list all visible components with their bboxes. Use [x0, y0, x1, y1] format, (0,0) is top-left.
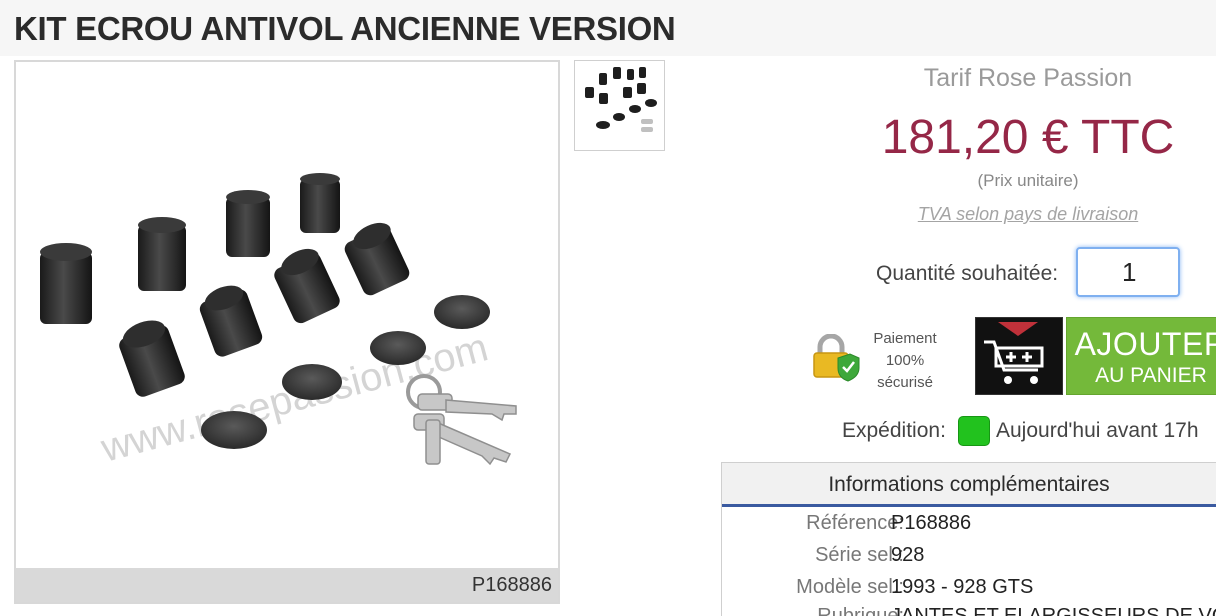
info-header: Informations complémentaires [722, 463, 1216, 507]
shipping-label: Expédition: [842, 419, 946, 442]
product-photo: www.rosepassion.com [40, 173, 517, 471]
info-heading: Informations complémentaires [828, 473, 1110, 496]
thumbnail-photo [585, 67, 657, 132]
info-row: Rubrique: JANTES ET ELARGISSEURS DE VOIE [817, 605, 1216, 616]
padlock-shield-icon [810, 333, 860, 382]
tva-link[interactable]: TVA selon pays de livraison [820, 204, 1216, 225]
info-row: Référence: P168886 [806, 512, 972, 534]
info-row: Série sel.: 928 [815, 544, 925, 566]
tarif-label: Tarif Rose Passion [923, 64, 1133, 92]
secure-payment-text: Paiement 100% sécurisé [873, 330, 937, 391]
product-thumbnail[interactable] [574, 60, 665, 151]
product-price: 181,20 € TTC [881, 111, 1175, 164]
additional-info-panel: Informations complémentaires Référence: P… [721, 462, 1216, 616]
info-row: Modèle sel.: 1993 - 928 GTS [796, 576, 1034, 598]
title-bar: KIT ECROU ANTIVOL ANCIENNE VERSION [0, 0, 1216, 56]
image-reference: P168886 [471, 574, 552, 596]
shipping-status: Aujourd'hui avant 17h [996, 419, 1199, 442]
reference-bar: P168886 [16, 568, 558, 602]
keys [406, 374, 517, 466]
add-to-cart-button[interactable]: AJOUTER AU PANIER [1066, 317, 1216, 395]
product-title: KIT ECROU ANTIVOL ANCIENNE VERSION [14, 10, 676, 47]
product-main-image[interactable]: www.rosepassion.com P168886 [14, 60, 560, 604]
quantity-input[interactable] [1076, 247, 1180, 297]
unit-price-note: (Prix unitaire) [977, 171, 1079, 190]
shipping-status-indicator [958, 416, 990, 446]
cart-plus-icon [984, 322, 1044, 384]
quantity-label: Quantité souhaitée: [876, 262, 1059, 285]
cart-plus-button[interactable] [975, 317, 1063, 395]
